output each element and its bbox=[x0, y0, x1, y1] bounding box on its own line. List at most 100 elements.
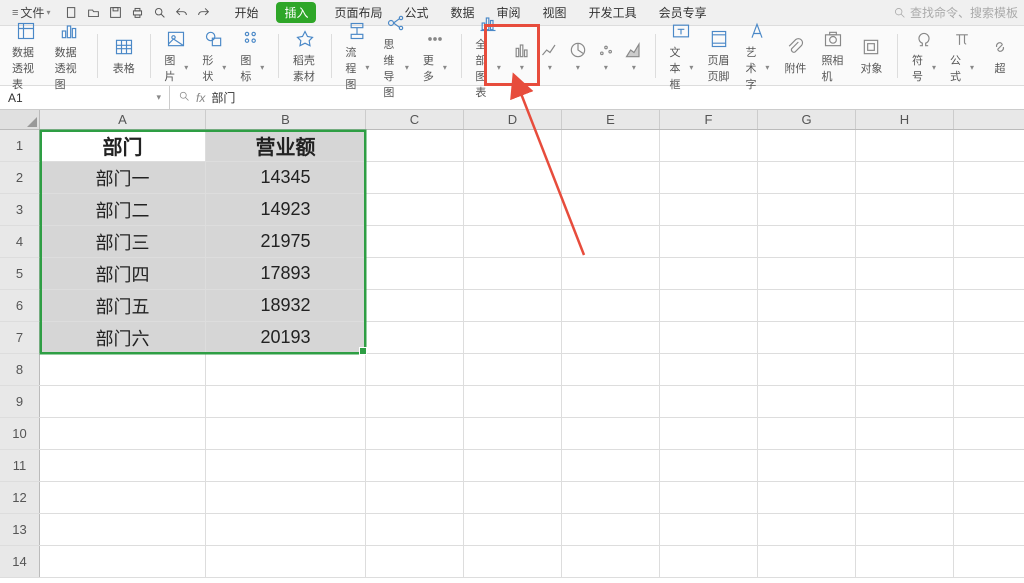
flowchart-button[interactable]: 流程图▾ bbox=[341, 18, 373, 94]
cell[interactable] bbox=[464, 386, 562, 417]
cell[interactable] bbox=[366, 546, 464, 577]
formula-content[interactable]: 部门 bbox=[211, 89, 235, 106]
cell[interactable] bbox=[562, 482, 660, 513]
cell[interactable] bbox=[758, 514, 856, 545]
mini-area-button[interactable]: ▾ bbox=[623, 37, 645, 74]
picture-button[interactable]: 图片▾ bbox=[160, 26, 192, 86]
col-header-G[interactable]: G bbox=[758, 110, 856, 129]
cell[interactable] bbox=[856, 322, 954, 353]
cell[interactable] bbox=[758, 418, 856, 449]
cell[interactable] bbox=[366, 482, 464, 513]
cell[interactable] bbox=[40, 514, 206, 545]
mindmap-button[interactable]: 思维导图▾ bbox=[379, 10, 413, 102]
mini-line-button[interactable]: ▾ bbox=[539, 37, 561, 74]
asset-button[interactable]: 稻壳素材 bbox=[289, 26, 321, 86]
cell[interactable] bbox=[856, 546, 954, 577]
preview-icon[interactable] bbox=[152, 6, 166, 20]
cell[interactable] bbox=[464, 450, 562, 481]
cell[interactable] bbox=[206, 514, 366, 545]
cell[interactable] bbox=[758, 322, 856, 353]
row-header[interactable]: 10 bbox=[0, 418, 40, 449]
row-header[interactable]: 13 bbox=[0, 514, 40, 545]
row-header[interactable]: 8 bbox=[0, 354, 40, 385]
cell[interactable] bbox=[660, 290, 758, 321]
more-button[interactable]: 更多▾ bbox=[419, 26, 451, 86]
cell-B1[interactable]: 营业额 bbox=[206, 130, 366, 161]
cell[interactable] bbox=[366, 450, 464, 481]
cell[interactable] bbox=[758, 130, 856, 161]
cell[interactable] bbox=[660, 130, 758, 161]
save-icon[interactable] bbox=[108, 6, 122, 20]
cell[interactable] bbox=[856, 162, 954, 193]
col-header-C[interactable]: C bbox=[366, 110, 464, 129]
cell[interactable] bbox=[464, 322, 562, 353]
attach-button[interactable]: 附件 bbox=[779, 34, 811, 78]
cell[interactable] bbox=[562, 418, 660, 449]
cell[interactable] bbox=[206, 354, 366, 385]
cell[interactable] bbox=[562, 386, 660, 417]
cell[interactable] bbox=[206, 482, 366, 513]
table-button[interactable]: 表格 bbox=[108, 34, 140, 78]
redo-icon[interactable] bbox=[196, 6, 210, 20]
cell[interactable] bbox=[758, 386, 856, 417]
cell-A7[interactable]: 部门六 bbox=[40, 322, 206, 353]
cell[interactable] bbox=[562, 514, 660, 545]
cell-A2[interactable]: 部门一 bbox=[40, 162, 206, 193]
cell[interactable] bbox=[206, 450, 366, 481]
cell[interactable] bbox=[464, 194, 562, 225]
header-footer-button[interactable]: 页眉页脚 bbox=[703, 26, 735, 86]
col-header-E[interactable]: E bbox=[562, 110, 660, 129]
cell-A4[interactable]: 部门三 bbox=[40, 226, 206, 257]
pivot-table-button[interactable]: 数据透视表 bbox=[8, 18, 45, 94]
cell-A5[interactable]: 部门四 bbox=[40, 258, 206, 289]
cell[interactable] bbox=[562, 130, 660, 161]
cell[interactable] bbox=[856, 194, 954, 225]
tab-insert[interactable]: 插入 bbox=[276, 2, 316, 23]
cell[interactable] bbox=[40, 386, 206, 417]
cell[interactable] bbox=[660, 418, 758, 449]
cell[interactable] bbox=[366, 418, 464, 449]
cell[interactable] bbox=[366, 258, 464, 289]
all-charts-button[interactable]: 全部图表▾ bbox=[471, 10, 505, 102]
cell[interactable] bbox=[660, 194, 758, 225]
mini-pie-button[interactable]: ▾ bbox=[567, 37, 589, 74]
cell-A3[interactable]: 部门二 bbox=[40, 194, 206, 225]
cell[interactable] bbox=[562, 450, 660, 481]
cell[interactable] bbox=[660, 162, 758, 193]
cell[interactable] bbox=[758, 546, 856, 577]
tab-view[interactable]: 视图 bbox=[539, 2, 571, 23]
cell[interactable] bbox=[562, 162, 660, 193]
cell-B2[interactable]: 14345 bbox=[206, 162, 366, 193]
equation-button[interactable]: 公式▾ bbox=[946, 26, 978, 86]
cell[interactable] bbox=[562, 322, 660, 353]
print-icon[interactable] bbox=[130, 6, 144, 20]
cell[interactable] bbox=[660, 546, 758, 577]
cell[interactable] bbox=[464, 162, 562, 193]
cell[interactable] bbox=[206, 386, 366, 417]
tab-dev[interactable]: 开发工具 bbox=[585, 2, 641, 23]
mini-bar-button[interactable]: ▾ bbox=[511, 37, 533, 74]
cell[interactable] bbox=[660, 514, 758, 545]
cell[interactable] bbox=[206, 546, 366, 577]
row-header[interactable]: 11 bbox=[0, 450, 40, 481]
pivot-chart-button[interactable]: 数据透视图 bbox=[51, 18, 88, 94]
cell[interactable] bbox=[660, 386, 758, 417]
cell[interactable] bbox=[366, 354, 464, 385]
cell[interactable] bbox=[562, 354, 660, 385]
row-header[interactable]: 7 bbox=[0, 322, 40, 353]
cell[interactable] bbox=[660, 322, 758, 353]
cell[interactable] bbox=[856, 386, 954, 417]
textbox-button[interactable]: 文本框▾ bbox=[665, 18, 697, 94]
row-header[interactable]: 14 bbox=[0, 546, 40, 577]
cell[interactable] bbox=[464, 482, 562, 513]
col-header-B[interactable]: B bbox=[206, 110, 366, 129]
select-all-corner[interactable] bbox=[0, 110, 40, 129]
row-header[interactable]: 5 bbox=[0, 258, 40, 289]
cell[interactable] bbox=[856, 482, 954, 513]
cell[interactable] bbox=[40, 546, 206, 577]
row-header[interactable]: 6 bbox=[0, 290, 40, 321]
iconset-button[interactable]: 图标▾ bbox=[236, 26, 268, 86]
tab-home[interactable]: 开始 bbox=[230, 2, 262, 23]
cell-B5[interactable]: 17893 bbox=[206, 258, 366, 289]
cell[interactable] bbox=[366, 290, 464, 321]
